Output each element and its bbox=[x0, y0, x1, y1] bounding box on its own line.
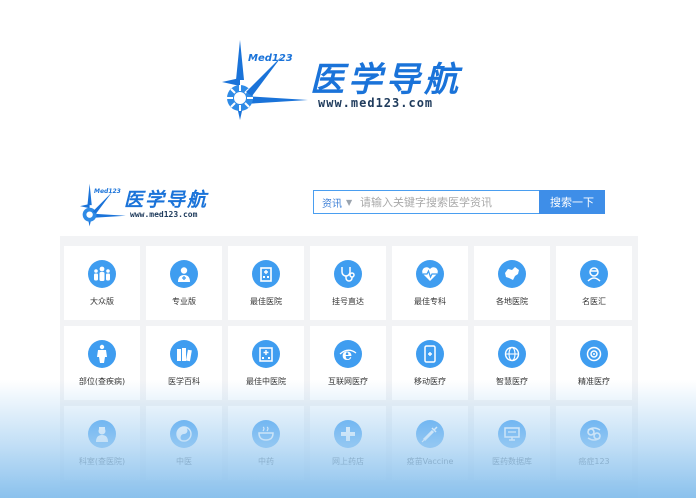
tile-vaccine[interactable]: 疫苗Vaccine bbox=[392, 406, 468, 480]
tile-label: 名医汇 bbox=[582, 297, 606, 306]
people-group-icon bbox=[88, 260, 116, 288]
herbal-bowl-icon bbox=[252, 420, 280, 448]
tile-label: 精准医疗 bbox=[578, 377, 610, 386]
stethoscope-icon bbox=[334, 260, 362, 288]
header-logo-url: www.med123.com bbox=[130, 210, 198, 219]
cancer-crab-icon bbox=[580, 420, 608, 448]
tile-pharma-database[interactable]: 医药数据库 bbox=[474, 406, 550, 480]
hero-logo-tag: Med123 bbox=[248, 53, 293, 64]
tile-label: 最佳专科 bbox=[414, 297, 446, 306]
tile-internet-medical[interactable]: e 互联网医疗 bbox=[310, 326, 386, 400]
tile-cancer-123[interactable]: 癌症123 bbox=[556, 406, 632, 480]
china-map-icon bbox=[498, 260, 526, 288]
tile-famous-doctors[interactable]: 名医汇 bbox=[556, 246, 632, 320]
tile-label: 最佳中医院 bbox=[246, 377, 286, 386]
search-button[interactable]: 搜索一下 bbox=[539, 190, 605, 214]
tile-best-specialty[interactable]: 最佳专科 bbox=[392, 246, 468, 320]
tile-label: 部位(查疾病) bbox=[78, 377, 126, 386]
tile-chinese-medicine[interactable]: 中药 bbox=[228, 406, 304, 480]
smart-globe-icon bbox=[498, 340, 526, 368]
tile-departments[interactable]: 科室(查医院) bbox=[64, 406, 140, 480]
header-logo-tag: Med123 bbox=[94, 188, 121, 195]
tile-label: 医学百科 bbox=[168, 377, 200, 386]
heartbeat-icon bbox=[416, 260, 444, 288]
tile-precision-medical[interactable]: 精准医疗 bbox=[556, 326, 632, 400]
page: Med123 医学导航 www.med123.com Med123 医学导航 w… bbox=[0, 0, 696, 498]
search-category-label: 资讯 bbox=[322, 198, 342, 210]
mobile-phone-icon bbox=[416, 340, 444, 368]
hero-logo-title: 医学导航 bbox=[310, 60, 462, 100]
nav-grid: 大众版 专业版 最佳医院 挂号直达 最佳专科 各地医院 名医汇 部位(查疾病) … bbox=[60, 236, 638, 498]
tile-label: 专业版 bbox=[172, 297, 196, 306]
tile-label: 科室(查医院) bbox=[78, 457, 126, 466]
hospital-building-icon bbox=[252, 260, 280, 288]
medical-cross-icon bbox=[334, 420, 362, 448]
tile-label: 移动医疗 bbox=[414, 377, 446, 386]
doctor-icon bbox=[170, 260, 198, 288]
caret-down-icon: ▼ bbox=[346, 197, 353, 207]
tile-smart-medical[interactable]: 智慧医疗 bbox=[474, 326, 550, 400]
tile-best-hospital[interactable]: 最佳医院 bbox=[228, 246, 304, 320]
compass-logo-icon bbox=[222, 40, 308, 120]
tile-pro-edition[interactable]: 专业版 bbox=[146, 246, 222, 320]
tile-label: 医药数据库 bbox=[492, 457, 532, 466]
search-bar: 资讯 ▼ 搜索一下 bbox=[313, 190, 605, 214]
tile-label: 最佳医院 bbox=[250, 297, 282, 306]
tile-encyclopedia[interactable]: 医学百科 bbox=[146, 326, 222, 400]
tcm-hospital-icon bbox=[252, 340, 280, 368]
svg-text:e: e bbox=[342, 345, 352, 363]
hero-logo[interactable]: Med123 医学导航 www.med123.com bbox=[222, 36, 492, 120]
tile-label: 智慧医疗 bbox=[496, 377, 528, 386]
human-body-icon bbox=[88, 340, 116, 368]
tile-label: 各地医院 bbox=[496, 297, 528, 306]
database-monitor-icon bbox=[498, 420, 526, 448]
yin-yang-icon bbox=[170, 420, 198, 448]
nurse-icon bbox=[88, 420, 116, 448]
tile-label: 疫苗Vaccine bbox=[406, 457, 454, 466]
tile-online-pharmacy[interactable]: 网上药店 bbox=[310, 406, 386, 480]
tile-body-parts[interactable]: 部位(查疾病) bbox=[64, 326, 140, 400]
tile-label: 挂号直达 bbox=[332, 297, 364, 306]
tile-label: 大众版 bbox=[90, 297, 114, 306]
hero-logo-url: www.med123.com bbox=[318, 96, 434, 110]
tile-local-hospitals[interactable]: 各地医院 bbox=[474, 246, 550, 320]
syringe-icon bbox=[416, 420, 444, 448]
internet-e-icon: e bbox=[334, 340, 362, 368]
tile-public-edition[interactable]: 大众版 bbox=[64, 246, 140, 320]
tile-label: 中医 bbox=[176, 457, 192, 466]
tile-tcm[interactable]: 中医 bbox=[146, 406, 222, 480]
books-icon bbox=[170, 340, 198, 368]
header-logo-title: 医学导航 bbox=[124, 189, 209, 211]
tile-mobile-medical[interactable]: 移动医疗 bbox=[392, 326, 468, 400]
tile-label: 网上药店 bbox=[332, 457, 364, 466]
search-input[interactable] bbox=[356, 191, 539, 213]
tile-label: 癌症123 bbox=[578, 457, 610, 466]
header-logo[interactable]: Med123 医学导航 www.med123.com bbox=[80, 180, 230, 228]
tile-label: 互联网医疗 bbox=[328, 377, 368, 386]
tile-registration[interactable]: 挂号直达 bbox=[310, 246, 386, 320]
doctor-head-icon bbox=[580, 260, 608, 288]
target-icon bbox=[580, 340, 608, 368]
tile-label: 中药 bbox=[258, 457, 274, 466]
search-category-select[interactable]: 资讯 ▼ bbox=[314, 191, 356, 213]
tile-best-tcm-hospital[interactable]: 最佳中医院 bbox=[228, 326, 304, 400]
